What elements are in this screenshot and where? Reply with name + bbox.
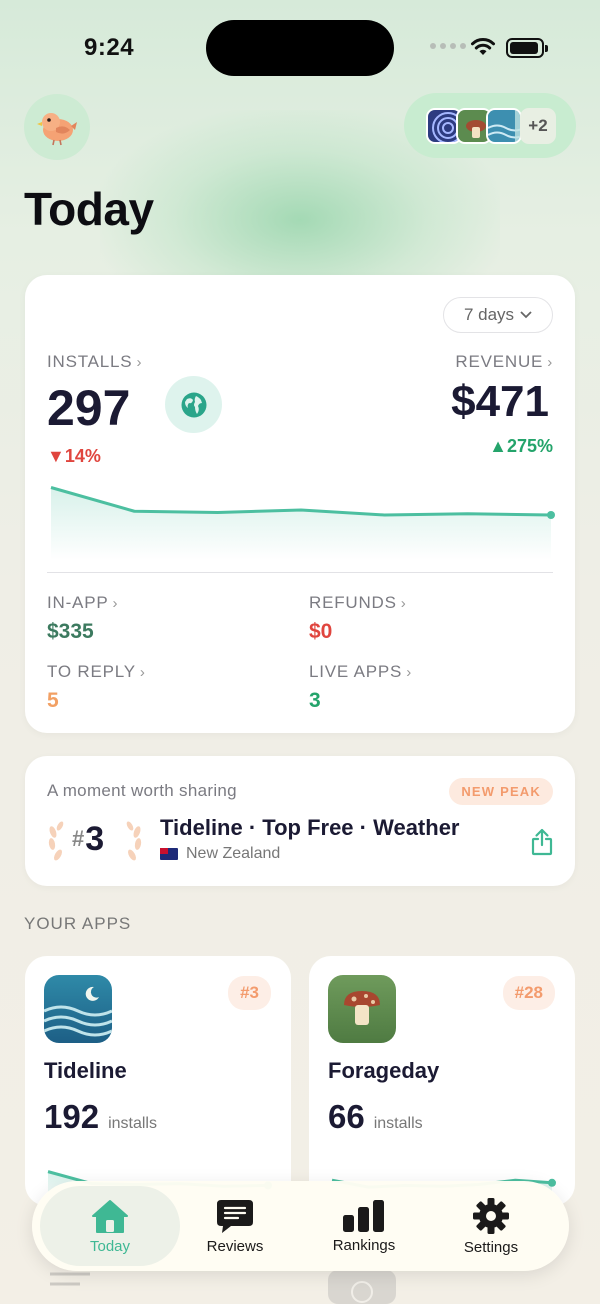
revenue-value: $471 [451, 377, 549, 426]
app-rank-pill: #28 [502, 976, 555, 1010]
house-icon [92, 1199, 128, 1233]
share-headline: Tideline · Top Free · Weather [160, 815, 460, 840]
metric-label: TO REPLY [47, 662, 136, 681]
tab-settings[interactable]: Settings [426, 1181, 556, 1271]
dynamic-island [206, 20, 394, 76]
tab-rankings[interactable]: Rankings [299, 1181, 429, 1271]
more-apps-count: +2 [520, 107, 556, 144]
rank-number: #3 [72, 820, 104, 859]
rank-value: 3 [85, 820, 105, 858]
chevron-right-icon: › [139, 664, 146, 681]
app-installs-unit: installs [108, 1115, 157, 1132]
chevron-right-icon: › [547, 354, 553, 371]
rank-hash: # [72, 826, 85, 851]
app-name: Tideline [44, 1058, 127, 1083]
new-zealand-flag-icon [160, 848, 178, 860]
installs-change: ▼14% [47, 446, 101, 466]
revenue-link[interactable]: REVENUE › [455, 352, 553, 372]
your-apps-heading: YOUR APPS [24, 914, 132, 933]
cellular-signal-icon [430, 43, 466, 49]
chevron-down-icon [520, 311, 532, 319]
metric-label: REFUNDS [309, 593, 397, 612]
wifi-icon [471, 38, 495, 55]
metric-value: 3 [309, 689, 321, 712]
chevron-right-icon: › [406, 664, 412, 681]
revenue-change: ▲275% [489, 436, 553, 456]
share-title: A moment worth sharing [47, 781, 237, 800]
app-card-tideline[interactable]: #3 Tideline 192 installs [25, 956, 291, 1206]
tab-label: Rankings [332, 1236, 396, 1254]
app-switcher-stack[interactable]: +2 [404, 93, 576, 158]
globe-icon [181, 392, 206, 417]
app-installs: 66 installs [328, 1098, 423, 1136]
status-time: 9:24 [84, 34, 135, 61]
chevron-right-icon: › [112, 595, 119, 612]
share-moment-card[interactable]: A moment worth sharing NEW PEAK #3 Tidel… [25, 756, 575, 886]
installs-trend-chart [50, 486, 555, 560]
metric-label: LIVE APPS [309, 662, 403, 681]
metric-to-reply[interactable]: TO REPLY › 5 [47, 662, 146, 713]
chat-bubble-icon [217, 1199, 253, 1233]
new-peak-badge: NEW PEAK [449, 778, 553, 805]
app-card-forageday[interactable]: #28 Forageday 66 installs [309, 956, 575, 1206]
app-installs-value: 192 [44, 1098, 100, 1135]
app-installs-value: 66 [328, 1098, 365, 1135]
avatar[interactable] [24, 94, 90, 160]
app-installs-unit: installs [373, 1115, 423, 1132]
stats-card: 7 days INSTALLS › 297 ▼14% REVENUE › $471 … [25, 275, 575, 733]
metric-live-apps[interactable]: LIVE APPS › 3 [309, 662, 412, 713]
metric-value: $0 [309, 620, 333, 643]
revenue-label: REVENUE [455, 352, 544, 371]
battery-icon [506, 38, 548, 58]
tab-reviews[interactable]: Reviews [170, 1181, 300, 1271]
bird-icon [37, 113, 77, 146]
date-range-label: 7 days [463, 305, 515, 324]
metric-in-app[interactable]: IN-APP › $335 [47, 593, 118, 644]
share-country: New Zealand [160, 845, 280, 863]
app-rank-pill: #3 [228, 976, 271, 1010]
tab-today[interactable]: Today [40, 1186, 180, 1266]
chevron-right-icon: › [400, 595, 407, 612]
tideline-icon [44, 975, 112, 1043]
bar-chart-icon [343, 1199, 384, 1232]
date-range-dropdown[interactable]: 7 days [443, 297, 553, 333]
country-label: New Zealand [186, 845, 281, 862]
share-icon[interactable] [531, 828, 553, 856]
trend-area [51, 487, 551, 560]
installs-link[interactable]: INSTALLS › [47, 352, 142, 372]
metric-label: IN-APP [47, 593, 109, 612]
forageday-icon [328, 975, 396, 1043]
app-name: Forageday [328, 1058, 440, 1083]
tab-label: Reviews [206, 1237, 264, 1255]
tideline-stack-icon [486, 107, 522, 144]
metric-value: 5 [47, 689, 59, 712]
metric-value: $335 [47, 620, 94, 643]
chevron-right-icon: › [136, 354, 143, 371]
trend-endpoint [547, 511, 555, 519]
globe-button[interactable] [165, 376, 222, 433]
tab-label: Today [89, 1237, 131, 1255]
status-bar: 9:24 [0, 0, 600, 90]
gear-icon [473, 1197, 509, 1234]
tab-label: Settings [463, 1238, 519, 1256]
page-title: Today [24, 183, 154, 235]
metric-refunds[interactable]: REFUNDS › $0 [309, 593, 407, 644]
tab-bar: Today Reviews Rankings Settings [32, 1181, 569, 1271]
installs-label: INSTALLS [47, 352, 133, 371]
installs-value: 297 [47, 380, 131, 436]
app-installs: 192 installs [44, 1098, 157, 1136]
divider [47, 572, 553, 573]
